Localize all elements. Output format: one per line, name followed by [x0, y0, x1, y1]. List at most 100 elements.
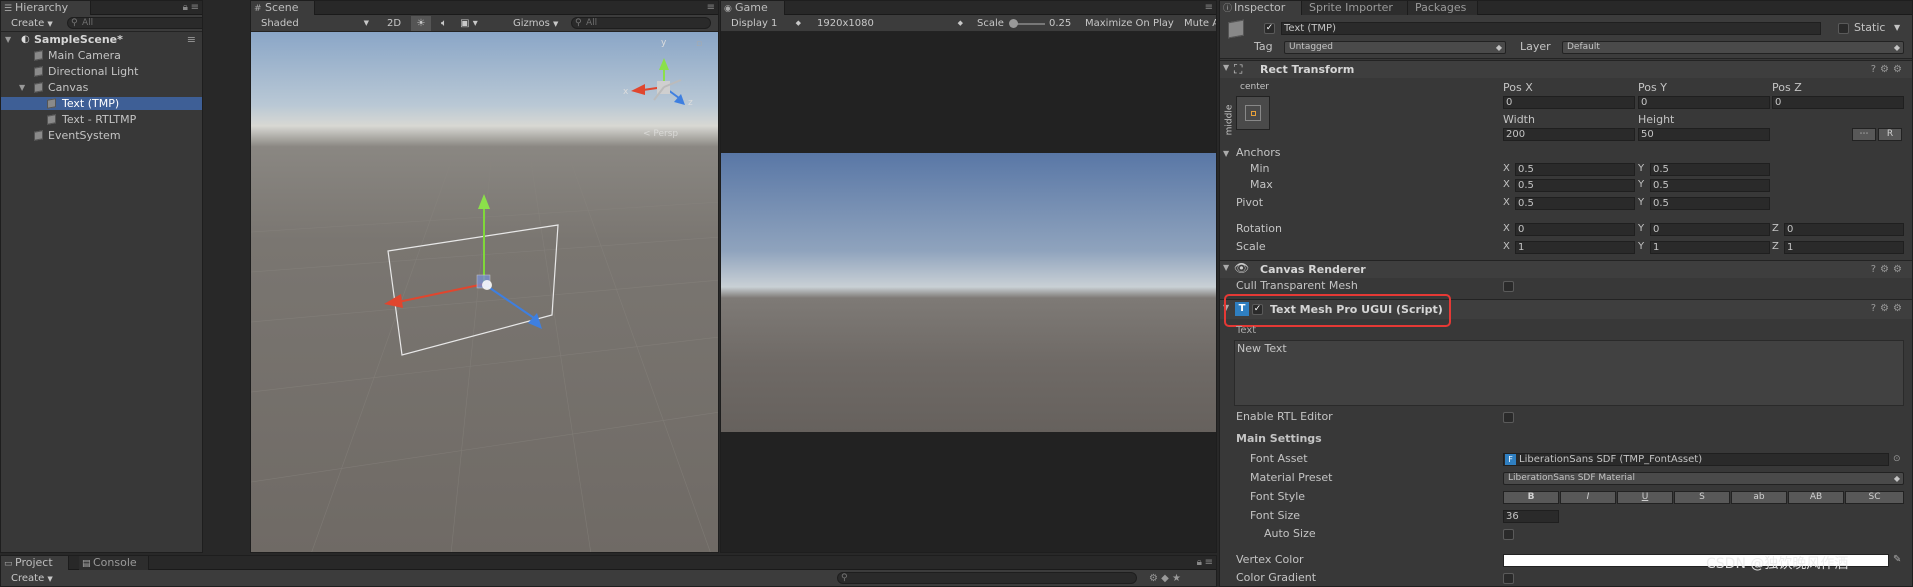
- panel-menu-icon[interactable]: ≡: [707, 1, 715, 15]
- width-field[interactable]: 200: [1503, 128, 1635, 141]
- list-item-selected[interactable]: Text (TMP): [1, 97, 202, 110]
- y-move-arrow[interactable]: [478, 194, 490, 209]
- layer-dropdown[interactable]: Default ◆: [1562, 41, 1904, 54]
- scene-row[interactable]: ▼ ◐ SampleScene* ≡: [1, 33, 202, 46]
- list-item[interactable]: ▼ Canvas: [1, 81, 202, 94]
- tab-console[interactable]: ▤ Console: [79, 556, 149, 570]
- font-style-bold-button[interactable]: B: [1503, 491, 1559, 504]
- pivot-x-field[interactable]: 0.5: [1515, 197, 1635, 210]
- font-style-strikethrough-button[interactable]: S: [1674, 491, 1730, 504]
- raw-edit-button[interactable]: R: [1878, 128, 1902, 141]
- project-create-dropdown[interactable]: Create ▼: [11, 571, 53, 586]
- shading-mode-dropdown[interactable]: Shaded ▼: [261, 16, 371, 31]
- filter-icons[interactable]: ⚙ ◆ ★: [1149, 571, 1181, 586]
- display-dropdown[interactable]: Display 1 ◆: [731, 16, 803, 31]
- anchors-fold-icon[interactable]: ▼: [1223, 147, 1229, 161]
- min-x-field[interactable]: 0.5: [1515, 163, 1635, 176]
- blueprint-mode-button[interactable]: ⋯: [1852, 128, 1876, 141]
- lock-icon[interactable]: 🔒︎: [1197, 556, 1202, 570]
- game-viewport[interactable]: [721, 153, 1216, 432]
- font-style-underline-button[interactable]: U: [1617, 491, 1673, 504]
- auto-size-checkbox[interactable]: [1503, 529, 1514, 540]
- max-y-field[interactable]: 0.5: [1650, 179, 1770, 192]
- audio-toggle-icon[interactable]: 🔈︎: [435, 16, 453, 31]
- rot-y-field[interactable]: 0: [1650, 223, 1770, 236]
- pos-x-field[interactable]: 0: [1503, 96, 1635, 109]
- lock-icon[interactable]: ▫: [696, 39, 702, 49]
- scene-menu-icon[interactable]: ≡: [187, 33, 196, 46]
- rot-z-axis: Z: [1772, 223, 1779, 234]
- scale-slider-thumb[interactable]: [1009, 19, 1018, 28]
- rtl-editor-checkbox[interactable]: [1503, 412, 1514, 423]
- pos-z-field[interactable]: 0: [1772, 96, 1904, 109]
- font-style-italic-button[interactable]: I: [1560, 491, 1616, 504]
- list-item[interactable]: Text - RTLTMP: [1, 113, 202, 126]
- tab-sprite-importer[interactable]: Sprite Importer: [1302, 1, 1408, 15]
- component-icons[interactable]: ?⚙⚙: [1871, 303, 1906, 314]
- resolution-dropdown[interactable]: 1920x1080 ◆: [817, 16, 965, 31]
- tag-dropdown[interactable]: Untagged ◆: [1284, 41, 1506, 54]
- tab-game[interactable]: ◉ Game: [721, 1, 785, 15]
- list-item[interactable]: EventSystem: [1, 129, 202, 142]
- canvas-renderer-header[interactable]: ▼ 👁︎ Canvas Renderer ?⚙⚙: [1220, 260, 1912, 278]
- scale-x-field[interactable]: 1: [1515, 241, 1635, 254]
- panel-menu-icon[interactable]: ≡: [1205, 556, 1213, 570]
- orientation-gizmo[interactable]: [631, 58, 685, 105]
- list-item[interactable]: Main Camera: [1, 49, 202, 62]
- pos-y-field[interactable]: 0: [1638, 96, 1770, 109]
- object-picker-icon[interactable]: ⊙: [1893, 452, 1901, 466]
- pivot-y-field[interactable]: 0.5: [1650, 197, 1770, 210]
- font-style-uppercase-button[interactable]: AB: [1788, 491, 1844, 504]
- project-search-input[interactable]: ⚲: [837, 572, 1137, 584]
- anchor-preset-button[interactable]: [1236, 96, 1270, 130]
- rot-x-field[interactable]: 0: [1515, 223, 1635, 236]
- color-gradient-checkbox[interactable]: [1503, 573, 1514, 584]
- tab-project[interactable]: ▭ Project: [1, 556, 69, 570]
- create-dropdown[interactable]: Create ▼: [11, 16, 53, 31]
- panel-menu-icon[interactable]: ≡: [191, 1, 199, 15]
- scale-y-field[interactable]: 1: [1650, 241, 1770, 254]
- maximize-on-play-toggle[interactable]: Maximize On Play: [1085, 16, 1174, 31]
- static-checkbox[interactable]: [1838, 23, 1849, 34]
- scene-viewport[interactable]: y x z < Persp ▫: [251, 32, 718, 552]
- max-x-field[interactable]: 0.5: [1515, 179, 1635, 192]
- canvas-rect-outline[interactable]: [387, 224, 559, 356]
- text-area-input[interactable]: New Text: [1234, 340, 1904, 406]
- lighting-toggle-icon[interactable]: ☀: [411, 16, 431, 31]
- lock-icon[interactable]: 🔒︎: [183, 1, 188, 15]
- rect-transform-header[interactable]: ▼ ⛶ Rect Transform ?⚙⚙: [1220, 60, 1912, 78]
- component-icons[interactable]: ?⚙⚙: [1871, 264, 1906, 275]
- hierarchy-search-input[interactable]: ⚲ All: [67, 17, 202, 29]
- tab-scene[interactable]: # Scene: [251, 1, 315, 15]
- cull-transparent-checkbox[interactable]: [1503, 281, 1514, 292]
- gizmos-dropdown[interactable]: Gizmos ▼: [513, 16, 558, 31]
- rot-z-field[interactable]: 0: [1784, 223, 1904, 236]
- font-asset-field[interactable]: F LiberationSans SDF (TMP_FontAsset): [1503, 453, 1889, 466]
- active-checkbox[interactable]: ✓: [1264, 23, 1275, 34]
- 2d-toggle[interactable]: 2D: [383, 16, 405, 31]
- height-field[interactable]: 50: [1638, 128, 1770, 141]
- tab-packages[interactable]: Packages: [1408, 1, 1478, 15]
- min-y-field[interactable]: 0.5: [1650, 163, 1770, 176]
- component-icons[interactable]: ?⚙⚙: [1871, 64, 1906, 75]
- mute-audio-toggle[interactable]: Mute A: [1184, 16, 1216, 31]
- hierarchy-toolbar: Create ▼ ⚲ All: [1, 15, 202, 32]
- tab-inspector[interactable]: ⓘ Inspector: [1220, 1, 1302, 15]
- font-style-lowercase-button[interactable]: ab: [1731, 491, 1787, 504]
- font-style-smallcaps-button[interactable]: SC: [1845, 491, 1904, 504]
- eyedropper-icon[interactable]: ✎: [1893, 553, 1901, 567]
- scene-search-input[interactable]: ⚲ All: [571, 17, 711, 29]
- font-size-field[interactable]: 36: [1503, 510, 1559, 523]
- scale-z-field[interactable]: 1: [1784, 241, 1904, 254]
- panel-menu-icon[interactable]: ≡: [1205, 1, 1213, 15]
- static-dropdown-arrow-icon[interactable]: ▼: [1894, 21, 1900, 35]
- console-icon: ▤: [82, 559, 91, 569]
- scale-slider[interactable]: [1009, 19, 1045, 28]
- object-name-input[interactable]: Text (TMP): [1281, 22, 1821, 35]
- list-item[interactable]: Directional Light: [1, 65, 202, 78]
- view-label[interactable]: < Persp: [643, 129, 678, 139]
- effects-dropdown-icon[interactable]: ▣ ▾: [457, 16, 481, 31]
- tab-hierarchy[interactable]: ☰ Hierarchy: [1, 1, 91, 15]
- material-preset-dropdown[interactable]: LiberationSans SDF Material ◆: [1503, 472, 1904, 485]
- anchor-v-label: middle: [1224, 104, 1235, 136]
